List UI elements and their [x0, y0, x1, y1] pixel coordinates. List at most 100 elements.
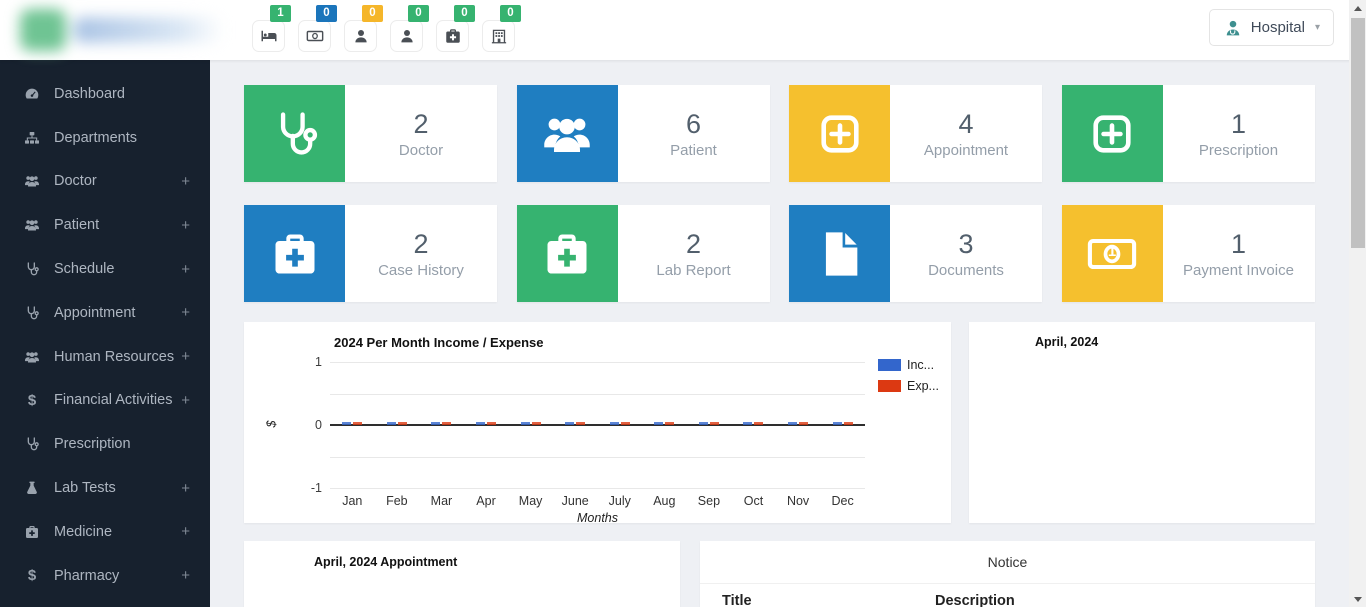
user-icon — [352, 27, 370, 45]
badge-count: 0 — [500, 5, 521, 22]
medkit-icon — [269, 228, 321, 280]
dollar-icon: $ — [23, 567, 41, 584]
sidebar-item-label: Departments — [54, 130, 190, 146]
sidebar-item-label: Prescription — [54, 436, 190, 452]
appointment-panel: April, 2024 Appointment — [244, 541, 680, 607]
logo-mark — [20, 9, 66, 51]
stat-label: Lab Report — [656, 262, 730, 279]
sidebar-item-label: Appointment — [54, 305, 181, 321]
stat-count: 4 — [958, 109, 973, 140]
badge-count: 0 — [408, 5, 429, 22]
scrollbar-up-arrow[interactable] — [1349, 0, 1366, 16]
sidebar-item-prescription[interactable]: Prescription — [0, 422, 210, 466]
medkit-icon — [444, 27, 462, 45]
hospital-building-icon — [490, 27, 508, 45]
expand-plus-icon: + — [181, 261, 190, 278]
sidebar-item-patient[interactable]: Patient + — [0, 203, 210, 247]
expand-plus-icon: + — [181, 523, 190, 540]
users-icon — [541, 108, 593, 160]
calendar-panel: April, 2024 — [969, 322, 1315, 523]
sidebar-item-schedule[interactable]: Schedule + — [0, 247, 210, 291]
users-icon — [23, 217, 41, 233]
sidebar-item-appointment[interactable]: Appointment + — [0, 291, 210, 335]
medkit-icon — [541, 228, 593, 280]
stat-count: 1 — [1231, 229, 1246, 260]
stat-label: Patient — [670, 142, 717, 159]
page-scrollbar[interactable] — [1349, 0, 1366, 607]
sidebar-item-lab-tests[interactable]: Lab Tests + — [0, 466, 210, 510]
sidebar-item-label: Doctor — [54, 173, 181, 189]
scrollbar-down-arrow[interactable] — [1349, 591, 1366, 607]
expand-plus-icon: + — [181, 567, 190, 584]
users-icon — [23, 349, 41, 365]
sidebar-item-human-resources[interactable]: Human Resources + — [0, 335, 210, 379]
stat-label: Doctor — [399, 142, 443, 159]
patient-quick-button[interactable]: 0 — [344, 20, 377, 52]
user-quick-button[interactable]: 0 — [390, 20, 423, 52]
doctor-avatar-icon — [1223, 18, 1243, 38]
file-icon — [814, 228, 866, 280]
stat-card-payment-invoice[interactable]: 1 1 Payment Invoice — [1062, 205, 1315, 302]
plus-square-icon — [1089, 111, 1135, 157]
stat-label: Documents — [928, 262, 1004, 279]
sidebar-item-label: Human Resources — [54, 349, 181, 365]
stat-count: 2 — [413, 229, 428, 260]
stat-card-prescription[interactable]: 1 Prescription — [1062, 85, 1315, 182]
stat-label: Case History — [378, 262, 464, 279]
stat-card-appointment[interactable]: 4 Appointment — [789, 85, 1042, 182]
sitemap-icon — [23, 130, 41, 146]
badge-count: 0 — [316, 5, 337, 22]
topbar: 1 0 0 0 0 0 Hospital ▾ — [0, 0, 1366, 60]
sidebar-item-medicine[interactable]: Medicine + — [0, 510, 210, 554]
money-icon — [306, 27, 324, 45]
sidebar-item-departments[interactable]: Departments — [0, 116, 210, 160]
income-expense-chart: 2024 Per Month Income / Expense $ 1 0 -1 — [244, 322, 951, 523]
stat-label: Prescription — [1199, 142, 1278, 159]
profile-dropdown[interactable]: Hospital ▾ — [1209, 9, 1334, 46]
payment-quick-button[interactable]: 0 — [298, 20, 331, 52]
notice-column-title: Title — [722, 593, 752, 607]
expand-plus-icon: + — [181, 304, 190, 321]
stethoscope-icon — [23, 305, 41, 321]
expand-plus-icon: + — [181, 173, 190, 190]
notice-column-description: Description — [935, 593, 1015, 607]
hospital-quick-button[interactable]: 0 — [482, 20, 515, 52]
scrollbar-thumb[interactable] — [1351, 18, 1365, 248]
chevron-down-icon: ▾ — [1315, 22, 1320, 33]
chart-y-axis-label: $ — [264, 421, 278, 428]
stat-card-lab-report[interactable]: 2 Lab Report — [517, 205, 770, 302]
sidebar-item-financial-activities[interactable]: $ Financial Activities + — [0, 379, 210, 423]
expand-plus-icon: + — [181, 480, 190, 497]
sidebar-item-label: Dashboard — [54, 86, 190, 102]
notice-panel-title: Notice — [700, 554, 1315, 570]
chart-x-axis-label: Months — [330, 511, 865, 525]
calendar-panel-title: April, 2024 — [1035, 335, 1098, 349]
flask-icon — [23, 480, 41, 496]
stethoscope-icon — [23, 436, 41, 452]
stat-card-documents[interactable]: 3 Documents — [789, 205, 1042, 302]
sidebar-item-label: Patient — [54, 217, 181, 233]
bed-icon — [260, 27, 278, 45]
stat-card-case-history[interactable]: 2 Case History — [244, 205, 497, 302]
medkit-quick-button[interactable]: 0 — [436, 20, 469, 52]
stat-card-patient[interactable]: 6 Patient — [517, 85, 770, 182]
sidebar-item-label: Financial Activities — [54, 392, 181, 408]
y-tick: -1 — [290, 481, 322, 495]
stat-label: Payment Invoice — [1183, 262, 1294, 279]
chart-plot-area — [330, 362, 865, 488]
app-logo[interactable] — [10, 5, 240, 55]
sidebar-item-dashboard[interactable]: Dashboard — [0, 72, 210, 116]
chart-title: 2024 Per Month Income / Expense — [334, 335, 544, 350]
sidebar-item-doctor[interactable]: Doctor + — [0, 160, 210, 204]
dollar-icon: $ — [23, 392, 41, 409]
badge-count: 1 — [270, 5, 291, 22]
users-icon — [23, 173, 41, 189]
logo-text — [74, 17, 224, 43]
bed-quick-button[interactable]: 1 — [252, 20, 285, 52]
income-legend-swatch — [878, 359, 901, 371]
chart-x-ticks: Jan Feb Mar Apr May June July Aug Sep Oc… — [330, 494, 865, 508]
sidebar-item-pharmacy[interactable]: $ Pharmacy + — [0, 554, 210, 598]
expand-plus-icon: + — [181, 217, 190, 234]
stat-card-doctor[interactable]: 2 Doctor — [244, 85, 497, 182]
stat-count: 2 — [686, 229, 701, 260]
